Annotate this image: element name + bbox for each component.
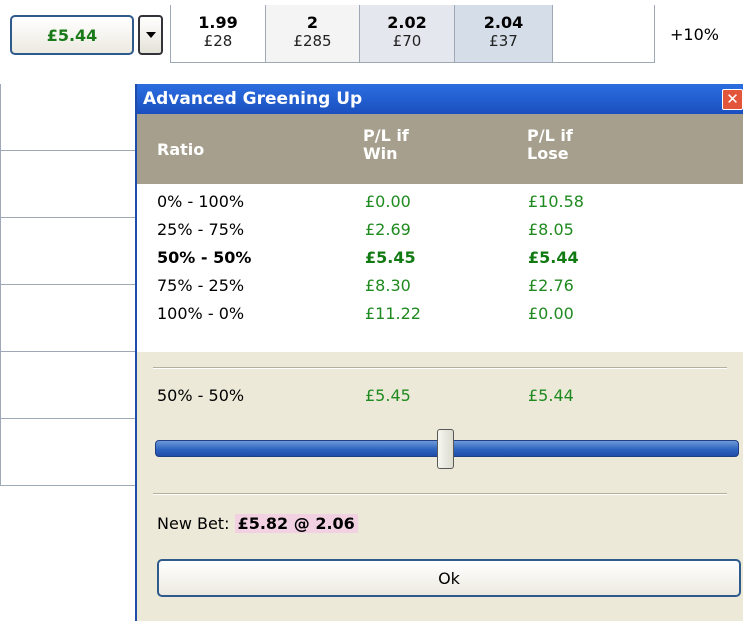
row-ratio: 50% - 50%: [157, 248, 252, 267]
grid-cell[interactable]: [0, 84, 135, 151]
dialog-title: Advanced Greening Up: [143, 89, 363, 109]
summary-lose: £5.44: [528, 386, 574, 405]
table-row[interactable]: 25% - 75% £2.69 £8.05: [137, 216, 743, 244]
ok-button[interactable]: Ok: [157, 559, 741, 597]
row-win: £2.69: [365, 220, 411, 239]
col-header-ratio: Ratio: [157, 140, 205, 159]
close-icon[interactable]: ✕: [722, 89, 743, 110]
table-row-selected[interactable]: 50% - 50% £5.45 £5.44: [137, 244, 743, 272]
grid-cell[interactable]: [0, 419, 135, 486]
table-row[interactable]: 0% - 100% £0.00 £10.58: [137, 188, 743, 216]
row-ratio: 0% - 100%: [157, 192, 245, 211]
row-lose: £0.00: [528, 304, 574, 323]
summary-ratio: 50% - 50%: [157, 386, 245, 405]
chevron-down-icon: [145, 32, 156, 38]
price-odds: 2: [306, 13, 319, 32]
row-win: £8.30: [365, 276, 411, 295]
grid-cell[interactable]: [0, 218, 135, 285]
price-cell-empty[interactable]: [553, 5, 655, 63]
table-row[interactable]: 75% - 25% £8.30 £2.76: [137, 272, 743, 300]
green-up-button[interactable]: £5.44: [10, 15, 134, 55]
table-row[interactable]: 100% - 0% £11.22 £0.00: [137, 300, 743, 328]
new-bet-value: £5.82 @ 2.06: [234, 514, 358, 533]
table-header: Ratio P/L if Win P/L if Lose: [137, 114, 743, 184]
row-ratio: 100% - 0%: [157, 304, 245, 323]
price-cell[interactable]: 1.99 £28: [170, 5, 266, 63]
divider: [153, 493, 727, 495]
summary-win: £5.45: [365, 386, 411, 405]
price-odds: 2.04: [483, 13, 524, 32]
new-bet-label: New Bet:: [157, 514, 230, 533]
row-win: £0.00: [365, 192, 411, 211]
ratio-table: 0% - 100% £0.00 £10.58 25% - 75% £2.69 £…: [137, 184, 743, 352]
grid-cell[interactable]: [0, 352, 135, 419]
dialog-title-bar: Advanced Greening Up ✕: [137, 84, 743, 114]
price-amount: £37: [489, 32, 518, 50]
row-win: £5.45: [365, 248, 416, 267]
row-ratio: 25% - 75%: [157, 220, 245, 239]
price-cell[interactable]: 2.02 £70: [360, 5, 455, 63]
row-ratio: 75% - 25%: [157, 276, 245, 295]
ratio-slider-thumb[interactable]: [437, 429, 454, 469]
greening-dialog: Advanced Greening Up ✕ Ratio P/L if Win …: [135, 84, 743, 621]
price-amount: £28: [203, 32, 233, 50]
percent-label: +10%: [670, 24, 719, 44]
price-cell[interactable]: 2 £285: [266, 5, 360, 63]
price-odds: 2.02: [387, 13, 427, 32]
row-lose: £5.44: [528, 248, 579, 267]
grid-cell[interactable]: [0, 151, 135, 218]
dropdown-button[interactable]: [138, 15, 163, 55]
row-lose: £10.58: [528, 192, 584, 211]
divider: [153, 367, 727, 369]
row-lose: £2.76: [528, 276, 574, 295]
row-lose: £8.05: [528, 220, 574, 239]
new-bet-line: New Bet: £5.82 @ 2.06: [157, 514, 358, 533]
price-amount: £70: [392, 32, 422, 50]
price-amount: £285: [293, 32, 332, 50]
price-odds: 1.99: [198, 13, 238, 32]
grid-cell[interactable]: [0, 285, 135, 352]
col-header-lose: P/L if Lose: [527, 126, 573, 163]
row-win: £11.22: [365, 304, 421, 323]
col-header-win: P/L if Win: [363, 126, 409, 163]
price-cell[interactable]: 2.04 £37: [455, 5, 553, 63]
